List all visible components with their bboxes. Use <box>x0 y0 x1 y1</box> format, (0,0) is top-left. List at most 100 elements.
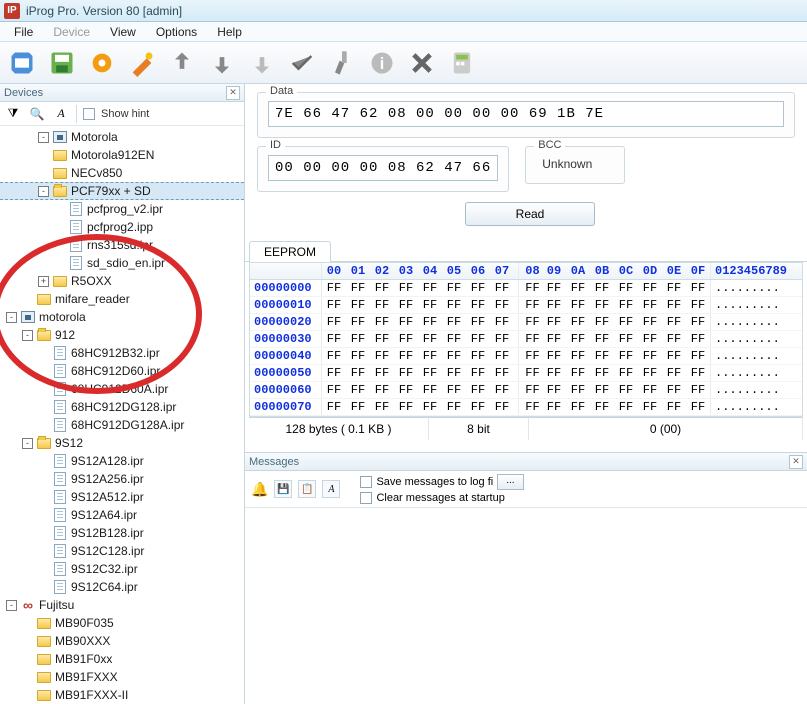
tree-twisty <box>22 690 33 701</box>
tree-twisty[interactable]: - <box>6 312 17 323</box>
search-icon[interactable]: 🔍 <box>28 105 46 123</box>
menu-options[interactable]: Options <box>146 23 207 41</box>
msg-copy-icon[interactable]: 📋 <box>298 480 316 498</box>
file-icon <box>52 346 68 360</box>
data-input[interactable]: 7E 66 47 62 08 00 00 00 00 69 1B 7E <box>268 101 784 127</box>
bell-icon[interactable]: 🔔 <box>251 481 268 498</box>
file-icon <box>52 580 68 594</box>
font-icon[interactable]: A <box>52 105 70 123</box>
tree-row[interactable]: -∞Fujitsu <box>0 596 244 614</box>
clear-startup-label: Clear messages at startup <box>376 492 504 504</box>
brush-icon[interactable] <box>326 47 358 79</box>
titlebar: IP iProg Pro. Version 80 [admin] <box>0 0 807 22</box>
messages-close-icon[interactable]: ✕ <box>789 455 803 469</box>
tree-row[interactable]: 9S12C64.ipr <box>0 578 244 596</box>
id-fieldset: ID 00 00 00 00 08 62 47 66 <box>257 146 509 192</box>
tree-row[interactable]: MB90F035 <box>0 614 244 632</box>
download2-icon[interactable] <box>246 47 278 79</box>
tree-label: 9S12A256.ipr <box>71 472 144 486</box>
menu-view[interactable]: View <box>100 23 146 41</box>
file-icon <box>52 508 68 522</box>
devices-tree[interactable]: -MotorolaMotorola912ENNECv850-PCF79xx + … <box>0 126 244 704</box>
check-icon[interactable] <box>286 47 318 79</box>
tree-row[interactable]: MB90XXX <box>0 632 244 650</box>
msg-save-icon[interactable]: 💾 <box>274 480 292 498</box>
tree-row[interactable]: sd_sdio_en.ipr <box>0 254 244 272</box>
devices-panel: Devices ✕ ⧩ 🔍 A Show hint -MotorolaMotor… <box>0 84 245 704</box>
read-button[interactable]: Read <box>465 202 595 226</box>
tab-eeprom[interactable]: EEPROM <box>249 241 331 262</box>
tree-row[interactable]: Motorola912EN <box>0 146 244 164</box>
tree-row[interactable]: rns315sd.ipr <box>0 236 244 254</box>
tree-label: rns315sd.ipr <box>87 238 153 252</box>
tree-row[interactable]: -PCF79xx + SD <box>0 182 244 200</box>
tree-row[interactable]: NECv850 <box>0 164 244 182</box>
tree-label: sd_sdio_en.ipr <box>87 256 165 270</box>
open-file-icon[interactable] <box>6 47 38 79</box>
save-log-checkbox[interactable] <box>360 476 372 488</box>
tree-twisty <box>38 582 49 593</box>
toolbar: i <box>0 42 807 84</box>
settings-icon[interactable] <box>86 47 118 79</box>
tree-row[interactable]: MB91FXXX <box>0 668 244 686</box>
tree-row[interactable]: -912 <box>0 326 244 344</box>
download-icon[interactable] <box>206 47 238 79</box>
browse-log-button[interactable]: ... <box>497 474 523 490</box>
tree-row[interactable]: 68HC912DG128A.ipr <box>0 416 244 434</box>
menu-help[interactable]: Help <box>207 23 252 41</box>
tree-twisty[interactable]: - <box>22 438 33 449</box>
tree-row[interactable]: 9S12A128.ipr <box>0 452 244 470</box>
tree-row[interactable]: 9S12C128.ipr <box>0 542 244 560</box>
save-icon[interactable] <box>46 47 78 79</box>
menu-file[interactable]: File <box>4 23 43 41</box>
tree-row[interactable]: 9S12A64.ipr <box>0 506 244 524</box>
messages-body[interactable] <box>245 508 807 618</box>
tree-label: MB91F0xx <box>55 652 112 666</box>
tree-row[interactable]: MB91FXXX-II <box>0 686 244 704</box>
tree-row[interactable]: 9S12A256.ipr <box>0 470 244 488</box>
msg-font-icon[interactable]: A <box>322 480 340 498</box>
tree-row[interactable]: +R5OXX <box>0 272 244 290</box>
tree-label: 9S12B128.ipr <box>71 526 144 540</box>
filter-icon[interactable]: ⧩ <box>4 105 22 123</box>
clear-startup-checkbox[interactable] <box>360 492 372 504</box>
tree-row[interactable]: 68HC912D60.ipr <box>0 362 244 380</box>
tree-twisty <box>38 456 49 467</box>
tree-row[interactable]: MB91F0xx <box>0 650 244 668</box>
close-icon[interactable] <box>406 47 438 79</box>
id-input[interactable]: 00 00 00 00 08 62 47 66 <box>268 155 498 181</box>
tree-row[interactable]: 68HC912DG128.ipr <box>0 398 244 416</box>
hex-grid[interactable]: 000102030405060708090A0B0C0D0E0F01234567… <box>249 262 803 417</box>
tree-twisty[interactable]: - <box>22 330 33 341</box>
wizard-icon[interactable] <box>126 47 158 79</box>
tree-twisty[interactable]: - <box>38 186 49 197</box>
upload-icon[interactable] <box>166 47 198 79</box>
tree-row[interactable]: mifare_reader <box>0 290 244 308</box>
tree-row[interactable]: 68HC912D60A.ipr <box>0 380 244 398</box>
menu-device[interactable]: Device <box>43 23 100 41</box>
tree-label: 68HC912B32.ipr <box>71 346 160 360</box>
tree-row[interactable]: pcfprog2.ipp <box>0 218 244 236</box>
tree-row[interactable]: 9S12A512.ipr <box>0 488 244 506</box>
tree-row[interactable]: -Motorola <box>0 128 244 146</box>
tree-row[interactable]: pcfprog_v2.ipr <box>0 200 244 218</box>
tree-twisty[interactable]: - <box>6 600 17 611</box>
folder-icon <box>52 166 68 180</box>
tree-row[interactable]: 68HC912B32.ipr <box>0 344 244 362</box>
tree-row[interactable]: -motorola <box>0 308 244 326</box>
svg-text:i: i <box>380 54 385 72</box>
calculator-icon[interactable] <box>446 47 478 79</box>
tree-twisty[interactable]: - <box>38 132 49 143</box>
tree-twisty[interactable]: + <box>38 276 49 287</box>
data-fieldset: Data 7E 66 47 62 08 00 00 00 00 69 1B 7E <box>257 92 795 138</box>
tree-row[interactable]: 9S12C32.ipr <box>0 560 244 578</box>
tree-label: MB91FXXX-II <box>55 688 128 702</box>
info-icon[interactable]: i <box>366 47 398 79</box>
file-icon <box>52 418 68 432</box>
tree-label: pcfprog2.ipp <box>87 220 153 234</box>
tree-row[interactable]: 9S12B128.ipr <box>0 524 244 542</box>
devices-close-icon[interactable]: ✕ <box>226 86 240 100</box>
tree-row[interactable]: -9S12 <box>0 434 244 452</box>
tree-twisty <box>22 294 33 305</box>
show-hint-checkbox[interactable] <box>83 108 95 120</box>
